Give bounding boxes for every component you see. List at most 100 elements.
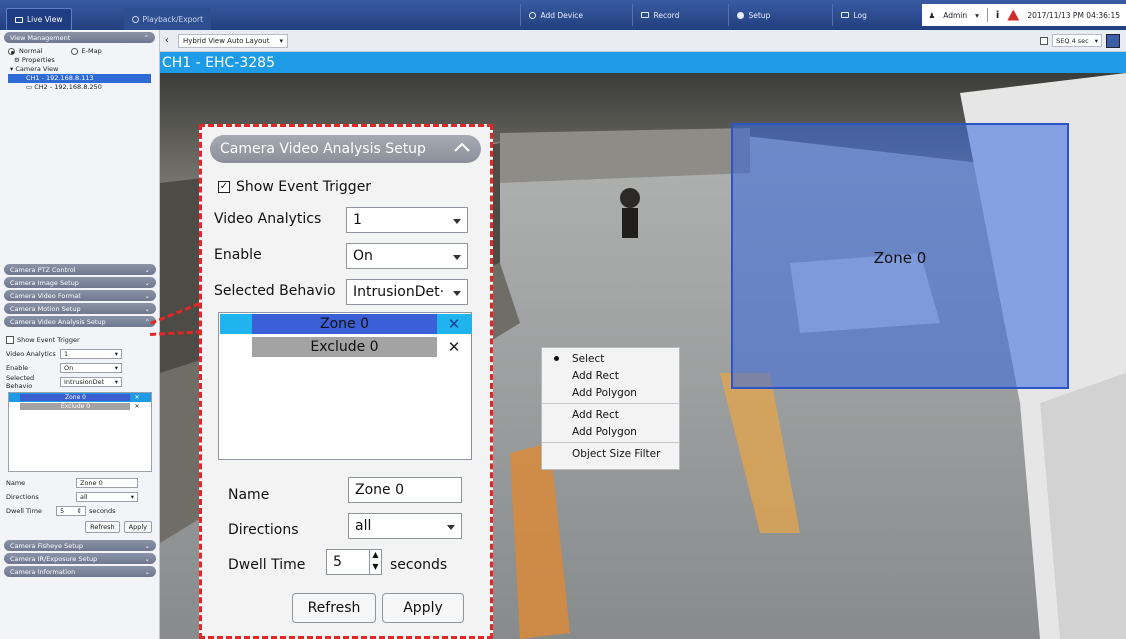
chevron-down-icon[interactable]: ▾ [975,11,979,20]
monitor-icon [15,16,23,23]
tree-item-ch1[interactable]: CH1 - 192.168.8.113 [8,74,151,83]
menu-item-add-polygon-exclude[interactable]: Add Polygon [542,423,679,440]
chevron-down-icon: ⌄ [144,541,150,550]
zone-name-mini: Zone 0 [20,394,131,401]
va-select[interactable]: 1 ▾ [60,349,122,359]
info-icon[interactable]: i [996,10,999,21]
layout-select[interactable]: Hybrid View Auto Layout ▾ [178,33,288,48]
section-image-setup[interactable]: Camera Image Setup ⌄ [4,277,156,288]
radio-emap[interactable] [70,48,78,55]
name-input[interactable]: Zone 0 [348,477,462,503]
directions-label: Directions [228,522,299,538]
apply-button[interactable]: Apply [382,593,464,623]
menu-item-object-size-filter[interactable]: Object Size Filter [542,445,679,462]
seconds-label: seconds [390,557,448,573]
top-navigation-bar: Live View Playback/Export Add Device Rec… [0,0,1126,30]
name-input-mini[interactable]: Zone 0 [76,478,138,488]
zone-list[interactable]: Zone 0 ✕ Exclude 0 ✕ [218,312,472,460]
record-button[interactable]: Record [632,4,728,26]
gear-icon [737,11,745,19]
image-setup-label: Camera Image Setup [10,278,79,287]
tab-playback-export[interactable]: Playback/Export [123,8,212,30]
exclude-row[interactable]: Exclude 0 ✕ [220,337,472,357]
menu-item-add-rect-exclude[interactable]: Add Rect [542,406,679,423]
section-ptz-control[interactable]: Camera PTZ Control ⌄ [4,264,156,275]
admin-user-menu[interactable]: Admin [943,11,967,20]
behavior-label: Selected Behavio [6,374,35,390]
close-icon[interactable]: ✕ [442,314,466,334]
log-label: Log [853,10,867,20]
setup-sections: Camera PTZ Control ⌄ Camera Image Setup ⌄ … [0,262,160,579]
zone-row-mini[interactable]: Zone 0 ✕ [9,393,151,402]
tab-live-view[interactable]: Live View [6,8,72,30]
menu-item-add-polygon[interactable]: Add Polygon [542,384,679,401]
zone-name: Zone 0 [252,314,437,334]
properties-item[interactable]: ⚙ Properties [8,56,151,65]
radio-normal[interactable] [8,48,15,55]
user-icon: ♟ [928,10,936,20]
behavior-select[interactable]: IntrusionDet ▾ [60,377,122,387]
enable-row: Enable [214,247,262,263]
section-video-analysis[interactable]: Camera Video Analysis Setup ⌃ [4,316,156,327]
section-video-format[interactable]: Camera Video Format ⌄ [4,290,156,301]
channel-title-bar: CH1 - EHC-3285 [160,52,1126,73]
zone-row[interactable]: Zone 0 ✕ [220,314,472,334]
behavior-row: Selected Behavio IntrusionDet ▾ [6,374,154,390]
section-camera-info[interactable]: Camera Information ⌄ [4,566,156,577]
spinner-icon[interactable]: ▲ ▼ [369,549,381,575]
enable-select[interactable]: On ▾ [60,363,122,373]
zone-list-mini[interactable]: Zone 0 ✕ Exclude 0 ✕ [8,392,152,472]
layout-value: Hybrid View Auto Layout [183,36,270,45]
seq-checkbox[interactable] [1040,36,1049,45]
setup-button[interactable]: Setup [728,4,832,26]
close-icon[interactable]: ✕ [442,337,466,357]
camera-view-item[interactable]: ▾ Camera View [8,65,151,74]
va-select[interactable]: 1 [346,207,468,233]
refresh-button-mini[interactable]: Refresh [85,521,120,533]
analysis-panel-mini: Show Event Trigger Video Analytics 1 ▾ En… [0,329,160,538]
enable-label: Enable [214,247,262,263]
directions-select[interactable]: all [348,513,462,539]
chevron-up-icon [454,142,470,152]
callout-header[interactable]: Camera Video Analysis Setup [210,135,481,163]
section-fisheye-setup[interactable]: Camera Fisheye Setup ⌄ [4,540,156,551]
spin-icon[interactable]: ⇕ [77,507,82,515]
add-device-button[interactable]: Add Device [520,4,632,26]
section-motion-setup[interactable]: Camera Motion Setup ⌄ [4,303,156,314]
exclude-row-mini[interactable]: Exclude 0 ✕ [9,402,151,411]
dwell-input[interactable]: 5 ▲ ▼ [326,549,382,575]
show-event-checkbox[interactable]: ✓ [218,181,230,193]
dir-select-mini[interactable]: all ▾ [76,492,138,502]
va-row: Video Analytics 1 ▾ [6,347,154,361]
chevron-down-icon: ⌄ [144,278,150,287]
behavior-select[interactable]: IntrusionDet· [346,279,468,305]
apply-button-mini[interactable]: Apply [123,521,152,533]
seq-select[interactable]: SEQ 4 sec ▾ [1052,34,1102,47]
close-icon[interactable]: ✕ [134,394,139,401]
tree-item-ch2[interactable]: ▭ CH2 - 192.168.8.250 [8,83,151,92]
section-ir-exposure[interactable]: Camera IR/Exposure Setup ⌄ [4,553,156,564]
snapshot-icon[interactable] [1106,33,1120,48]
behavior-value: IntrusionDet [64,378,105,386]
view-management-header[interactable]: View Management ⌃ [4,32,155,43]
menu-divider [542,442,679,443]
chevron-down-icon: ▾ [279,36,283,45]
va-value: 1 [353,212,362,228]
dir-value-mini: all [80,493,88,501]
intrusion-zone-overlay[interactable]: Zone 0 [731,123,1069,389]
dwell-input-mini[interactable]: 5 ⇕ [56,506,86,516]
close-icon[interactable]: ✕ [134,403,139,410]
view-mode-row: Normal E-Map [8,47,151,56]
chevron-left-icon[interactable]: ‹ [160,35,174,46]
show-event-label: Show Event Trigger [17,336,80,344]
menu-item-add-rect[interactable]: Add Rect [542,367,679,384]
warning-icon[interactable] [1007,9,1020,21]
log-icon [841,12,850,18]
log-button[interactable]: Log [832,4,922,26]
menu-item-select[interactable]: Select [542,350,679,367]
refresh-button[interactable]: Refresh [292,593,376,623]
show-event-checkbox[interactable] [6,336,14,344]
directions-row: Directions [228,522,299,538]
dwell-value-mini: 5 [60,507,65,515]
enable-select[interactable]: On [346,243,468,269]
